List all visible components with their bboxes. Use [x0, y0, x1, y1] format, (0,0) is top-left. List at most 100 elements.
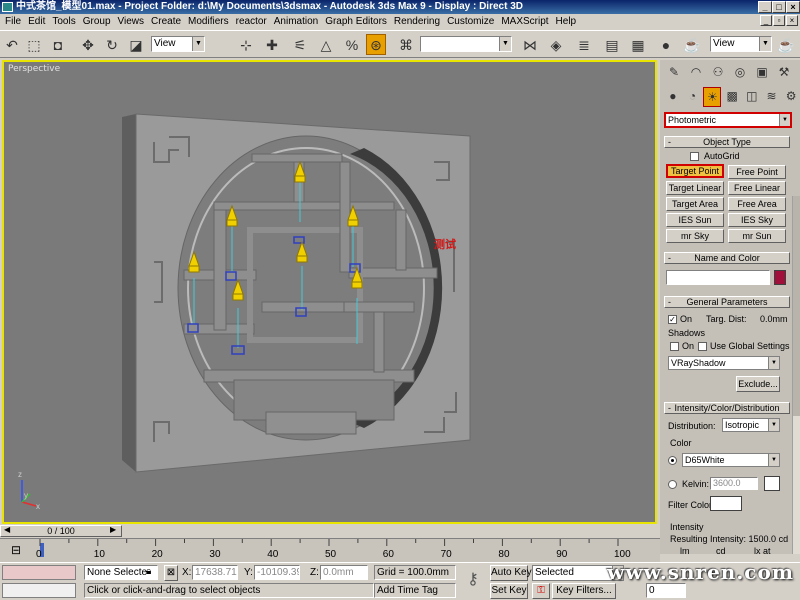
menu-modifiers[interactable]: Modifiers — [185, 14, 233, 29]
object-type-rollout[interactable]: - Object Type — [664, 136, 790, 148]
close-button[interactable]: × — [786, 1, 800, 13]
menu-create[interactable]: Create — [148, 14, 185, 29]
mdi-restore-button[interactable]: ▫ — [773, 15, 785, 26]
menu-animation[interactable]: Animation — [271, 14, 322, 29]
motion-tab-icon[interactable]: ◎ — [730, 63, 750, 83]
filter-color-swatch[interactable] — [710, 496, 742, 511]
use-global-settings-checkbox[interactable] — [698, 342, 707, 351]
mr-sky-button[interactable]: mr Sky — [666, 229, 724, 243]
free-linear-button[interactable]: Free Linear — [728, 181, 786, 195]
menu-edit[interactable]: Edit — [25, 14, 49, 29]
menu-views[interactable]: Views — [115, 14, 149, 29]
time-next-icon[interactable]: ▶ — [110, 525, 116, 534]
time-prev-icon[interactable]: ◀ — [4, 525, 10, 534]
current-frame-field[interactable]: 0 — [646, 583, 686, 598]
shapes-icon[interactable]: ◔ — [684, 87, 702, 107]
auto-key-button[interactable]: Auto Key — [490, 565, 532, 581]
target-area-button[interactable]: Target Area — [666, 197, 724, 211]
key-icon[interactable]: ⚷ — [458, 569, 488, 593]
material-editor-icon[interactable]: ● — [656, 34, 676, 55]
display-tab-icon[interactable]: ▣ — [752, 63, 772, 83]
curve-editor-icon[interactable]: ▤ — [602, 34, 622, 55]
cameras-icon[interactable]: ▩ — [723, 87, 741, 107]
create-tab-icon[interactable]: ✎ — [664, 63, 684, 83]
render-scene-icon[interactable]: ☕ — [682, 34, 702, 55]
cd-radio-label[interactable]: cd — [716, 546, 726, 554]
space-warps-icon[interactable]: ≋ — [763, 87, 781, 107]
utilities-tab-icon[interactable]: ⚒ — [774, 63, 794, 83]
move-icon[interactable]: ✥ — [78, 34, 98, 55]
geometry-icon[interactable]: ● — [664, 87, 682, 107]
shadows-on-checkbox[interactable] — [670, 342, 679, 351]
free-area-button[interactable]: Free Area — [728, 197, 786, 211]
key-filters-button[interactable]: Key Filters... — [552, 583, 616, 599]
menu-customize[interactable]: Customize — [444, 14, 498, 29]
menu-file[interactable]: File — [2, 14, 25, 29]
kelvin-color-swatch[interactable] — [764, 476, 780, 491]
maxscript-listener[interactable] — [2, 565, 76, 580]
y-coordinate-field[interactable]: -10109.395 — [254, 565, 300, 580]
scrollbar-thumb[interactable] — [793, 196, 800, 416]
scale-icon[interactable]: ◪ — [126, 34, 146, 55]
systems-icon[interactable]: ⚙ — [782, 87, 800, 107]
set-key-button[interactable]: Set Key — [490, 583, 528, 599]
autogrid-checkbox[interactable] — [690, 152, 699, 161]
track-view-icon[interactable]: ⊟ — [0, 541, 32, 561]
ies-sky-button[interactable]: IES Sky — [728, 213, 786, 227]
layer-manager-icon[interactable]: ≣ — [574, 34, 594, 55]
intensity-rollout[interactable]: - Intensity/Color/Distribution — [664, 402, 790, 414]
edit-named-selection-icon[interactable]: ⌘ — [396, 34, 416, 55]
exclude-button[interactable]: Exclude... — [736, 376, 780, 392]
snap-icon[interactable]: ⚟ — [290, 34, 310, 55]
mirror-icon[interactable]: ⋈ — [520, 34, 540, 55]
time-slider-thumb[interactable]: 0 / 100 — [0, 525, 122, 537]
named-selection-dropdown[interactable]: ▼ — [420, 36, 512, 52]
x-coordinate-field[interactable]: 17638.713 — [192, 565, 238, 580]
spinner-snap-icon[interactable]: ⊛ — [366, 34, 386, 55]
color-preset-dropdown[interactable]: D65White ▼ — [682, 453, 780, 467]
select-region-icon[interactable]: ⬚ — [24, 34, 44, 55]
menu-maxscript[interactable]: MAXScript — [498, 14, 552, 29]
target-linear-button[interactable]: Target Linear — [666, 181, 724, 195]
rotate-icon[interactable]: ↻ — [102, 34, 122, 55]
general-parameters-rollout[interactable]: - General Parameters — [664, 296, 790, 308]
object-name-field[interactable] — [666, 270, 770, 285]
schematic-view-icon[interactable]: ▦ — [628, 34, 648, 55]
mdi-close-button[interactable]: × — [786, 15, 798, 26]
ies-sun-button[interactable]: IES Sun — [666, 213, 724, 227]
select-object-icon[interactable]: ◘ — [48, 34, 68, 55]
quick-render-icon[interactable]: ☕ — [776, 34, 796, 55]
minimize-button[interactable]: _ — [758, 1, 772, 13]
absolute-mode-icon[interactable]: ⊠ — [164, 565, 178, 581]
z-coordinate-field[interactable]: 0.0mm — [320, 565, 368, 580]
perspective-viewport[interactable]: Perspective 测试 z y x — [2, 60, 657, 524]
percent-snap-icon[interactable]: % — [342, 34, 362, 55]
lights-icon[interactable]: ☀ — [703, 87, 722, 107]
reference-coord-dropdown[interactable]: View ▼ — [151, 36, 205, 52]
object-color-swatch[interactable] — [774, 270, 786, 285]
time-slider[interactable]: 0 / 100 ◀ ▶ — [0, 524, 660, 538]
maxscript-output[interactable] — [2, 583, 76, 598]
pivot-icon[interactable]: ⊹ — [236, 34, 256, 55]
add-time-tag-field[interactable]: Add Time Tag — [374, 583, 456, 598]
target-point-button[interactable]: Target Point — [666, 164, 724, 178]
angle-snap-icon[interactable]: △ — [316, 34, 336, 55]
mr-sun-button[interactable]: mr Sun — [728, 229, 786, 243]
helpers-icon[interactable]: ◫ — [743, 87, 761, 107]
lx-radio-label[interactable]: lx at — [754, 546, 771, 554]
preset-radio[interactable] — [668, 456, 677, 465]
shadow-type-dropdown[interactable]: VRayShadow ▼ — [668, 356, 780, 370]
track-bar[interactable]: ⊟ 0 10 20 30 40 50 60 70 80 90 100 — [0, 538, 660, 562]
name-color-rollout[interactable]: - Name and Color — [664, 252, 790, 264]
menu-rendering[interactable]: Rendering — [391, 14, 444, 29]
maximize-button[interactable]: □ — [772, 1, 786, 13]
menu-help[interactable]: Help — [553, 14, 581, 29]
lm-radio-label[interactable]: lm — [680, 546, 690, 554]
hierarchy-tab-icon[interactable]: ⚇ — [708, 63, 728, 83]
light-type-dropdown[interactable]: Photometric ▼ — [664, 112, 792, 128]
manipulate-icon[interactable]: ✚ — [262, 34, 282, 55]
undo-icon[interactable]: ↶ — [2, 34, 22, 55]
mdi-minimize-button[interactable]: _ — [760, 15, 772, 26]
lock-selection-icon[interactable]: 🔒︎ — [146, 566, 151, 577]
menu-graph-editors[interactable]: Graph Editors — [322, 14, 391, 29]
